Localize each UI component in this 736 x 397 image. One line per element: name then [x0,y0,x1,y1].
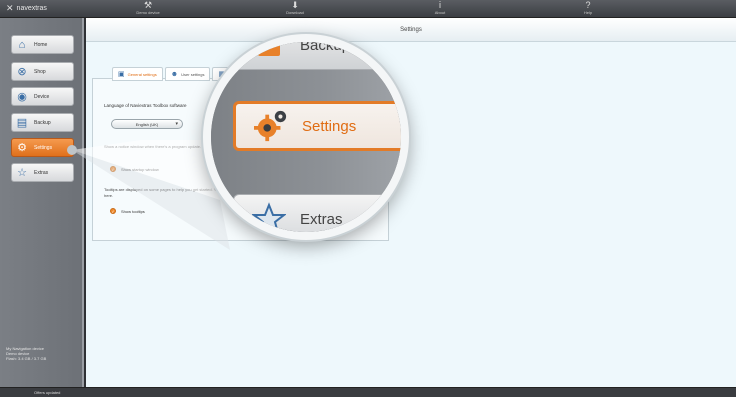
topnav-about[interactable]: ⅰ About [410,1,470,16]
sidebar-item-backup[interactable]: ▤ Backup [11,113,74,132]
device-icon: ⚒ [143,0,153,10]
settings-gear-icon [254,109,288,143]
language-select-value: English (UK) [135,121,159,127]
device-info-storage: Flash: 3.4 GB / 3.7 GB [6,356,47,361]
sidebar-item-label: Home [34,41,48,48]
app-logo: ✕ navextras [6,3,47,14]
tab-label: General settings [127,71,157,77]
info-icon: ⅰ [438,0,442,10]
chevron-down-icon: ▾ [175,121,178,127]
logo-mark-icon: ✕ [6,3,14,13]
download-icon: ⬇ [291,0,299,10]
sidebar-item-shop[interactable]: ⊗ Shop [11,62,74,81]
language-label: Language of Naviextras Toolbox software [104,103,187,108]
magnified-extras-label: Extras [300,210,343,228]
sidebar-item-label: Device [34,93,50,100]
magnifier-lens: Backup Settings Extras [203,34,409,240]
page-title: Settings [86,18,736,42]
sidebar-item-label: Settings [34,144,53,151]
tab-general-settings[interactable]: ▣ General settings [112,67,163,81]
topnav-help[interactable]: ? Help [558,1,618,16]
sidebar-item-label: Backup [34,119,51,126]
sidebar-item-label: Shop [34,68,46,75]
tab-label: User settings [181,71,205,77]
sidebar-item-home[interactable]: ⌂ Home [11,35,74,54]
status-text: Offers updated [34,390,61,395]
topnav-about-label: About [434,10,446,15]
star-icon [252,202,286,232]
backup-icon: ▤ [16,117,28,129]
magnifier-view: Backup Settings Extras [211,42,401,232]
tab-user-settings[interactable]: ☻ User settings [164,67,211,81]
status-bar: Offers updated [0,387,736,397]
star-icon: ☆ [17,167,27,179]
settings-gear-icon: ⚙ [17,142,27,154]
magnified-settings-label: Settings [302,117,357,135]
user-icon: ☻ [170,70,179,78]
home-icon: ⌂ [18,38,26,51]
topnav-download[interactable]: ⬇ Download [265,1,325,16]
topnav-device-label: Demo device [136,10,160,15]
magnified-settings-button: Settings [233,101,401,151]
top-bar: ✕ navextras ⚒ Demo device ⬇ Download ⅰ A… [0,0,736,18]
sidebar-item-device[interactable]: ◉ Device [11,87,74,106]
language-select[interactable]: English (UK) ▾ [111,119,183,129]
topnav-device[interactable]: ⚒ Demo device [118,1,178,16]
topnav-download-label: Download [286,10,304,15]
topnav-help-label: Help [583,10,593,15]
help-icon: ? [585,0,591,10]
monitor-icon: ▣ [118,71,125,78]
device-icon: ◉ [17,91,27,103]
shop-icon: ⊗ [17,66,27,78]
device-info: My Navigation device Demo device Flash: … [6,346,46,361]
logo-text: navextras [16,5,47,12]
sidebar-item-label: Extras [34,169,49,176]
